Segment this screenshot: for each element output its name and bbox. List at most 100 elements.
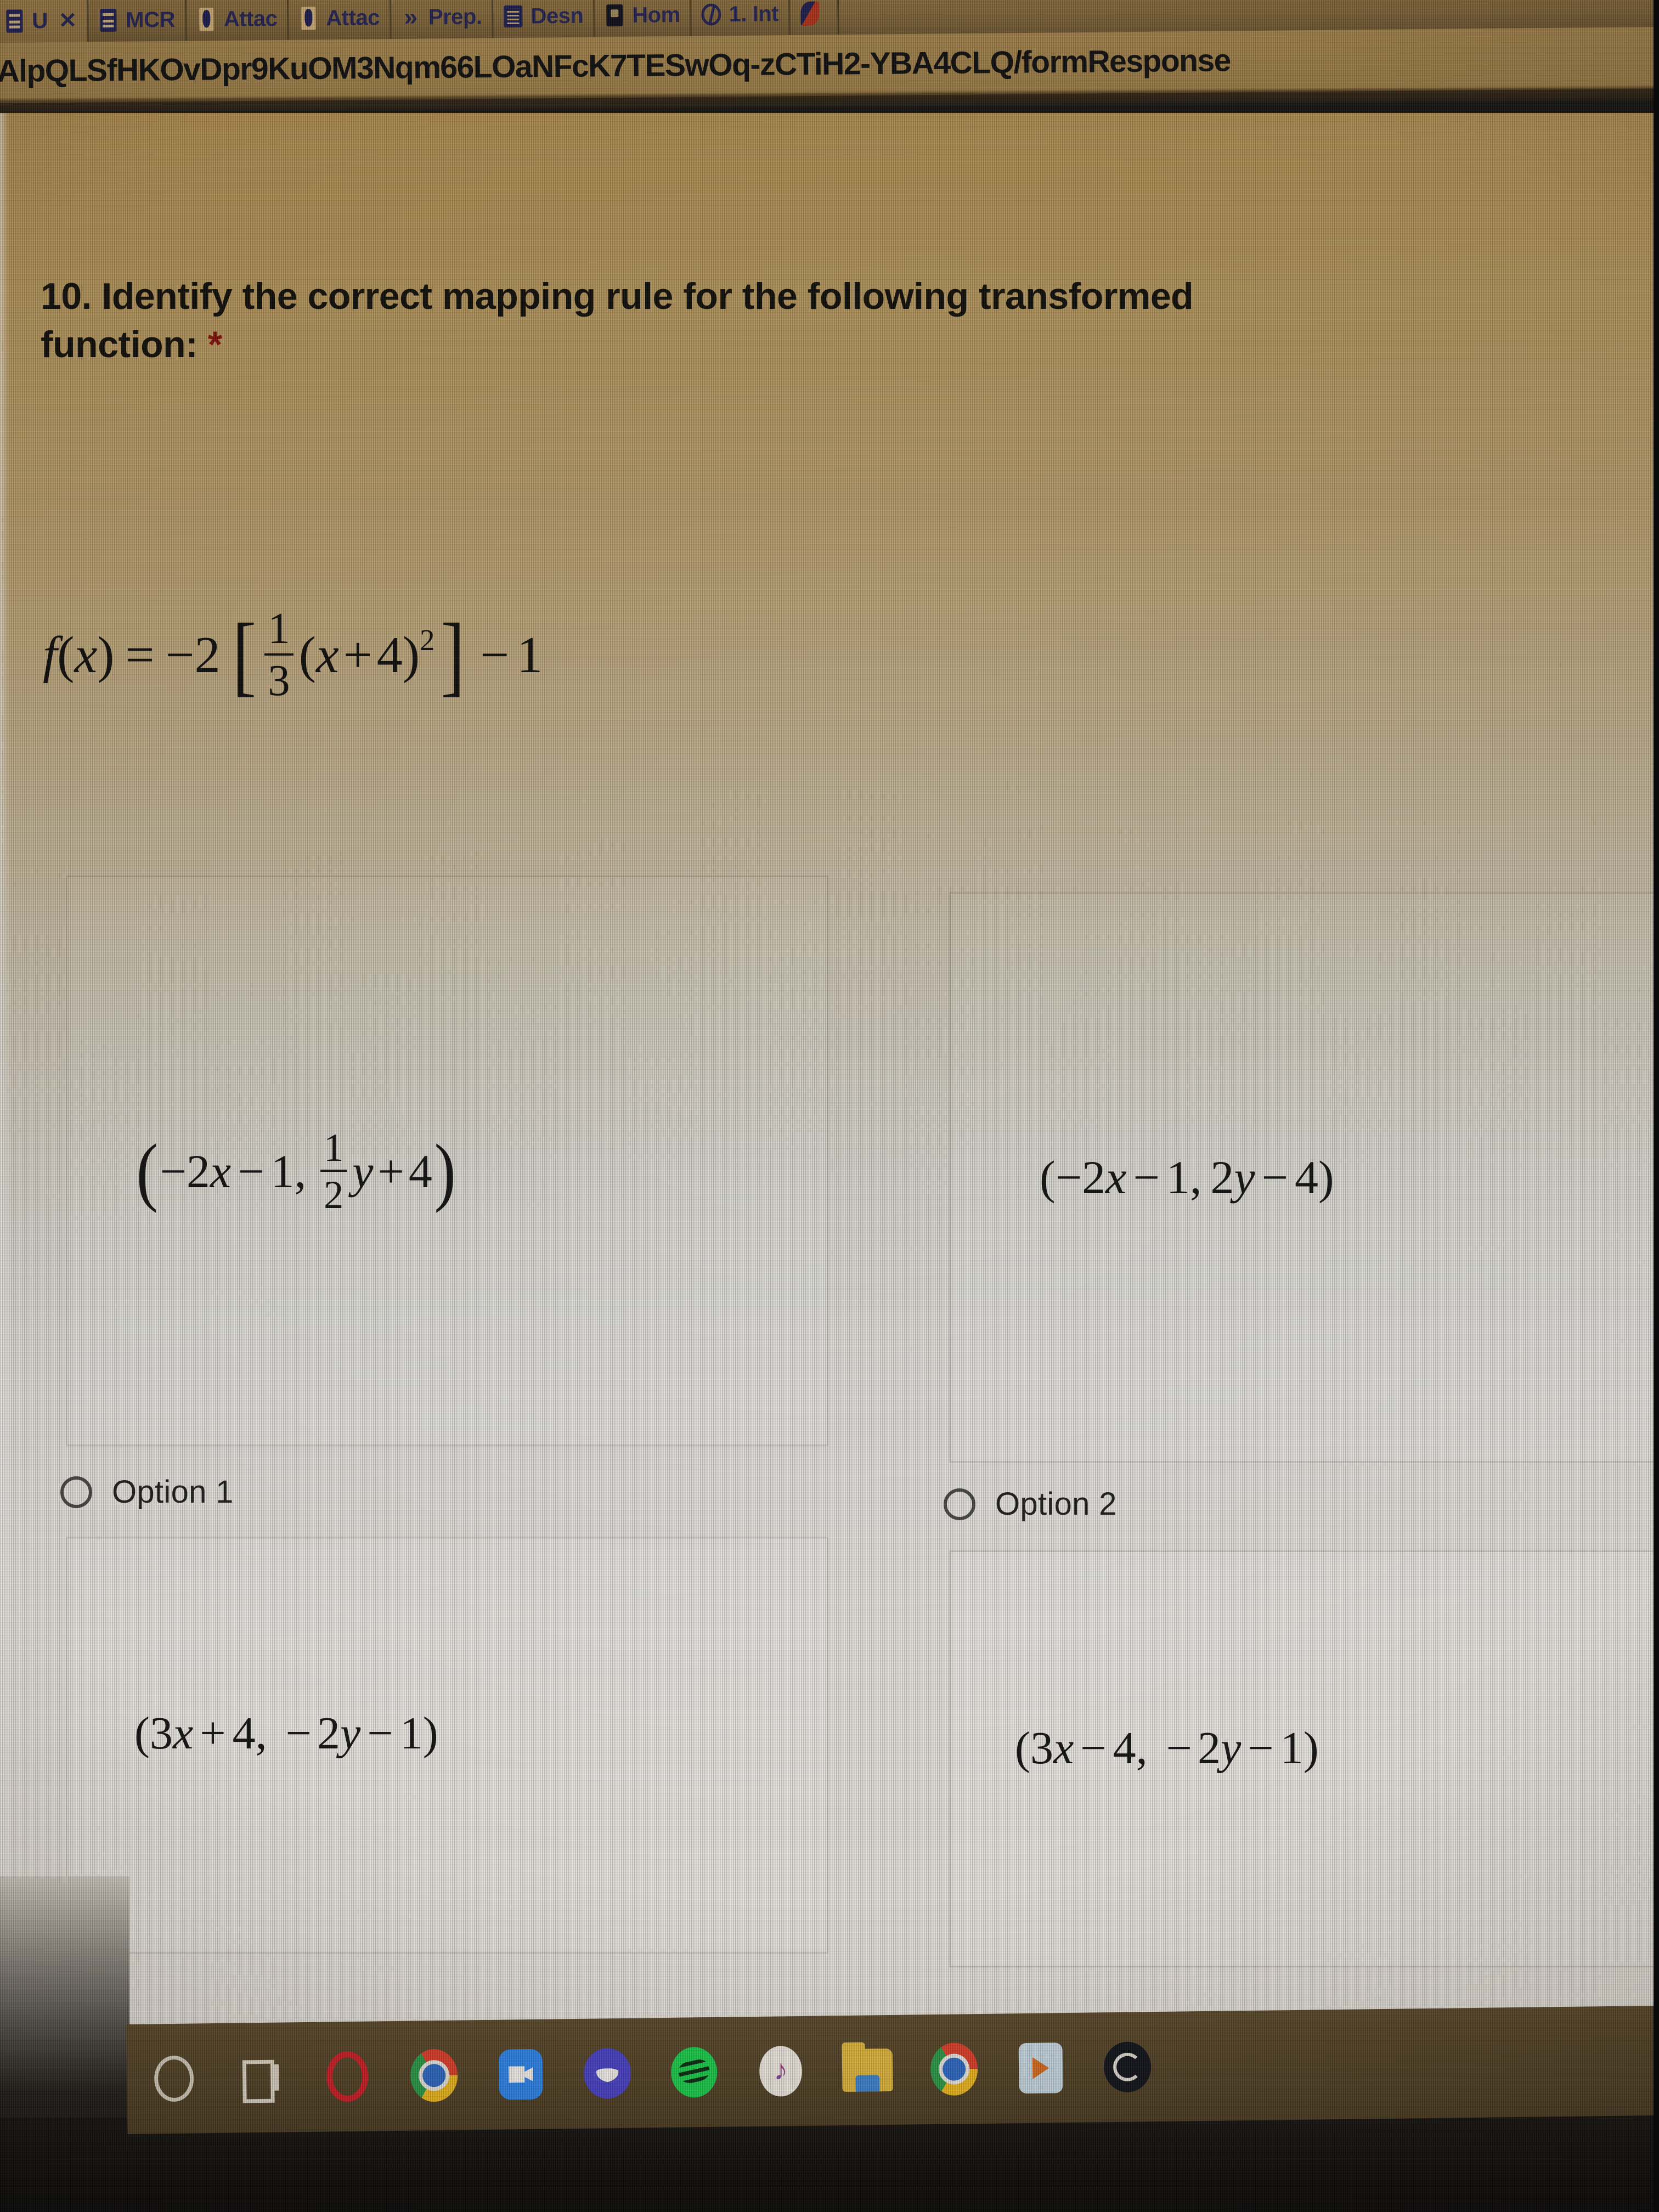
eq-tail-const: 1 [517, 626, 543, 684]
browser-tab-0[interactable]: U ✕ [0, 0, 89, 43]
task-view-icon[interactable] [235, 2052, 286, 2103]
o2-close-paren: ) [1318, 1151, 1334, 1204]
option-3-image: ( 3 x + 4, − 2 y − 1 ) [134, 1707, 438, 1760]
o2-open-paren: ( [1040, 1151, 1056, 1204]
eq-inner-open: ( [298, 626, 317, 684]
windows-taskbar [126, 2005, 1659, 2134]
o3-y-var: y [340, 1708, 361, 1759]
o3-y-coef: 2 [317, 1708, 341, 1759]
browser-tab-label: U [32, 8, 48, 33]
spotify-icon[interactable] [669, 2046, 720, 2098]
document-icon [196, 7, 216, 32]
eq-close-paren: ) [97, 626, 115, 684]
question-text-line2: function: [41, 324, 198, 366]
browser-tab-label: Desn [531, 3, 584, 29]
screen-right-edge [1654, 0, 1659, 2212]
app-icon[interactable] [1102, 2041, 1153, 2093]
form-icon [4, 8, 24, 33]
o1-y-const: 4 [408, 1145, 432, 1198]
option-2-label: Option 2 [995, 1486, 1117, 1522]
o3-x-var: x [172, 1708, 194, 1759]
eq-inner-close: ) [402, 626, 420, 684]
o4-x-const: 4, [1113, 1723, 1148, 1774]
question-equation-image: f ( x ) = −2 [ 1 3 ( x + 4 ) 2 ] − 1 [43, 604, 543, 705]
chrome-secondary-icon[interactable] [929, 2042, 980, 2096]
eq-inner-var: x [316, 626, 339, 684]
browser-tab-6[interactable]: Hom [594, 0, 692, 37]
o2-x-minus: − [1133, 1151, 1160, 1204]
o1-x-minus: − [238, 1145, 264, 1198]
chrome-icon[interactable] [409, 2049, 460, 2102]
option-1-radio-row[interactable]: Option 1 [60, 1474, 234, 1510]
o1-open-paren: ( [136, 1128, 158, 1214]
o1-fraction: 1 2 [320, 1128, 347, 1215]
radio-button-option-2[interactable] [944, 1488, 975, 1520]
zoom-icon[interactable] [495, 2049, 546, 2100]
browser-tab-2[interactable]: Attac [186, 0, 289, 41]
o1-x-const: 1, [270, 1145, 307, 1198]
o4-close-paren: ) [1303, 1723, 1319, 1774]
option-2-image: ( −2 x − 1, 2 y − 4 ) [1040, 1150, 1334, 1205]
eq-equals: = [125, 626, 155, 684]
eq-frac-denominator: 3 [268, 656, 290, 705]
browser-tab-5[interactable]: Desn [493, 0, 595, 38]
eq-coefficient: −2 [165, 626, 221, 684]
browser-tab-7[interactable]: 1. Int [691, 0, 791, 36]
eq-bracket-close: ] [441, 604, 465, 705]
chevron-double-right-icon: » [404, 3, 418, 31]
o3-open-paren: ( [134, 1708, 150, 1759]
eq-frac-numerator: 1 [264, 606, 294, 656]
media-player-icon[interactable] [1015, 2042, 1066, 2094]
option-2-radio-row[interactable]: Option 2 [944, 1486, 1117, 1522]
option-1-image: ( −2 x − 1, 1 2 y + 4 ) [134, 1128, 458, 1215]
o1-y-var: y [352, 1145, 374, 1198]
o3-x-const: 4, [232, 1708, 267, 1759]
o1-close-paren: ) [434, 1128, 456, 1214]
o1-frac-numerator: 1 [320, 1128, 347, 1172]
page-title: 10. Identify the correct mapping rule fo… [41, 272, 1511, 369]
o1-x-coef: −2 [160, 1145, 210, 1198]
eq-fraction: 1 3 [264, 606, 294, 705]
o2-x-coef: −2 [1055, 1151, 1106, 1204]
eq-var-x: x [74, 626, 98, 684]
url-text: AlpQLSfHKOvDpr9KuOM3Nqm66LOaNFcK7TESwOq-… [0, 43, 1231, 89]
eq-f: f [43, 626, 58, 684]
browser-tab-1[interactable]: MCR [88, 0, 187, 42]
browser-tab-3[interactable]: Attac [289, 0, 392, 40]
eq-exponent: 2 [420, 623, 435, 657]
search-icon[interactable] [149, 2053, 200, 2104]
browser-tab-4[interactable]: » Prep. [391, 0, 494, 40]
eq-tail-minus: − [480, 626, 510, 684]
required-marker: * [207, 324, 222, 366]
opera-icon[interactable] [322, 2051, 373, 2102]
radio-button-option-1[interactable] [60, 1476, 92, 1508]
browser-tab-8[interactable] [789, 0, 839, 36]
close-icon[interactable]: ✕ [59, 8, 77, 33]
o4-y-minus: − [1248, 1723, 1274, 1774]
o4-y-var: y [1221, 1723, 1242, 1774]
browser-tab-label: MCR [126, 7, 176, 32]
o3-close-paren: ) [422, 1708, 438, 1759]
document-icon [298, 5, 318, 31]
file-explorer-icon[interactable] [842, 2045, 893, 2096]
form-icon [98, 8, 118, 33]
o1-y-plus: + [377, 1145, 404, 1198]
o4-y-minus-lead: − [1166, 1723, 1193, 1774]
o2-x-var: x [1105, 1151, 1127, 1204]
globe-icon [701, 2, 721, 27]
option-4-image: ( 3 x − 4, − 2 y − 1 ) [1015, 1722, 1319, 1775]
dark-app-icon [605, 3, 624, 28]
o3-x-plus: + [200, 1708, 226, 1759]
o1-x-var: x [210, 1145, 232, 1198]
apple-music-icon[interactable] [755, 2045, 806, 2097]
o2-y-coef: 2 [1210, 1151, 1234, 1204]
discord-icon[interactable] [582, 2047, 633, 2099]
o4-y-coef: 2 [1198, 1723, 1221, 1774]
browser-tab-label: 1. Int [729, 1, 779, 26]
photographed-screen: U ✕ MCR Attac Attac » Prep. Desn Hom 1. … [0, 0, 1659, 2212]
option-1-label: Option 1 [112, 1474, 234, 1510]
o3-x-coef: 3 [149, 1708, 173, 1759]
browser-tab-label: Hom [632, 2, 680, 27]
eq-inner-plus: + [343, 626, 373, 684]
eq-open-paren: ( [57, 626, 75, 684]
